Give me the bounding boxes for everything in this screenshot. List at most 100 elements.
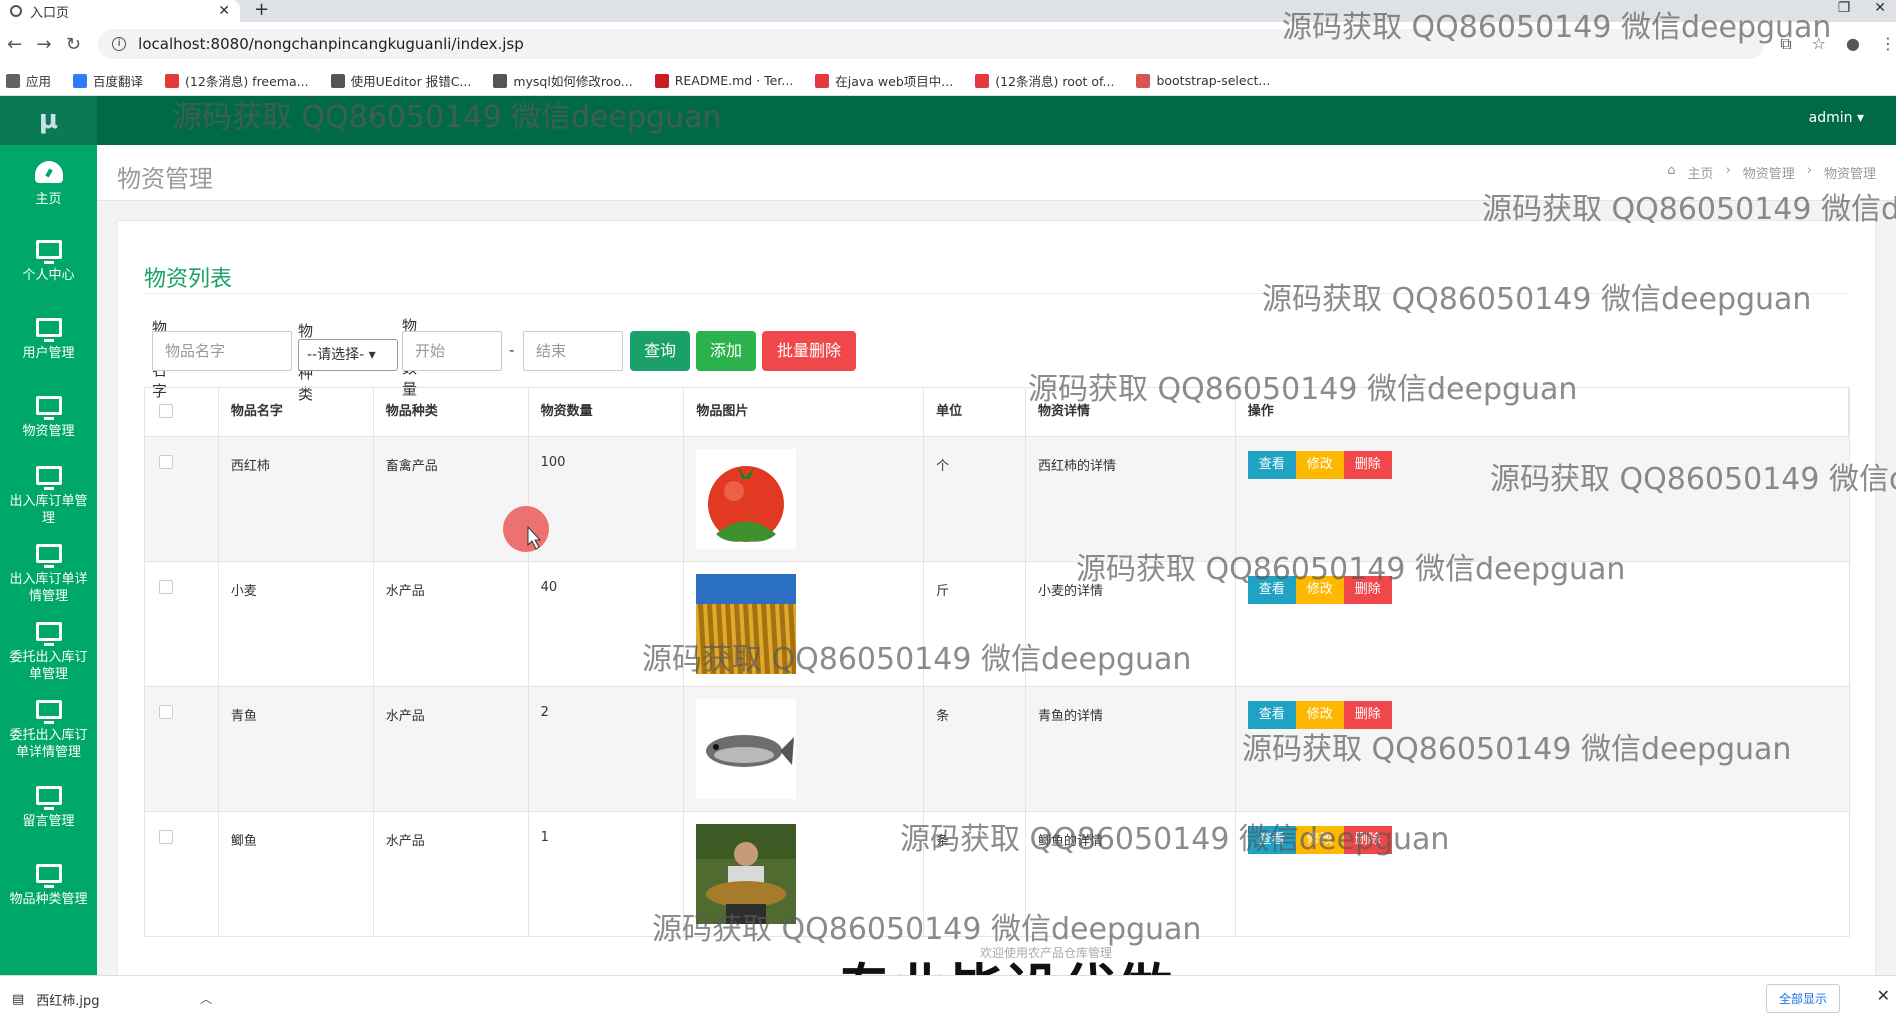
watermark: 源码获取 QQ86050149 微信deepguan xyxy=(642,642,1192,677)
product-image[interactable] xyxy=(696,699,797,799)
checkbox-cell xyxy=(145,812,219,936)
new-tab-button[interactable]: + xyxy=(254,0,269,20)
sidebar-item-label: 留言管理 xyxy=(22,814,75,829)
column-header: 单位 xyxy=(924,388,1027,436)
baidu-translate-icon xyxy=(73,73,88,88)
cell-name: 小麦 xyxy=(219,562,374,686)
sidebar-item-label: 出入库订单详情管理 xyxy=(9,571,88,604)
watermark: 源码获取 QQ86050149 微信deepguan xyxy=(900,822,1450,857)
restore-window-icon[interactable]: ❐ xyxy=(1838,0,1851,16)
cell-image xyxy=(684,687,925,811)
menu-icon[interactable]: ⋮ xyxy=(1880,34,1896,54)
account-icon[interactable]: ● xyxy=(1846,34,1860,54)
cell-type: 水产品 xyxy=(374,812,529,936)
query-button[interactable]: 查询 xyxy=(630,331,690,371)
sidebar: 主页 个人中心 用户管理 物资管理 出入库订单管理出入库订单详情管理 委托出入库订单管理委… xyxy=(0,145,97,975)
sidebar-item[interactable]: 委托出入库订单详情管理 xyxy=(0,691,97,769)
bookmark-label: 百度翻译 xyxy=(93,74,144,89)
list-title: 物资列表 xyxy=(144,267,233,292)
bookmark-item[interactable]: mysql如何修改roo... xyxy=(493,71,633,90)
dashboard-icon xyxy=(34,160,63,183)
sidebar-item[interactable]: 用户管理 xyxy=(0,301,97,379)
sidebar-item[interactable]: 物资管理 xyxy=(0,379,97,457)
bookmark-item[interactable]: 应用 xyxy=(6,71,51,90)
monitor-icon xyxy=(35,465,62,490)
column-header: 物资数量 xyxy=(529,388,685,436)
checkbox-cell xyxy=(145,562,219,686)
type-filter-select[interactable]: --请选择- ▾ xyxy=(298,339,398,371)
cell-image xyxy=(684,437,925,561)
gitee-icon xyxy=(654,73,669,88)
bookmark-item[interactable]: bootstrap-select... xyxy=(1136,73,1270,88)
close-window-icon[interactable]: ✕ xyxy=(1874,0,1886,16)
show-all-button[interactable]: 全部显示 xyxy=(1765,984,1840,1013)
file-icon: ▤ xyxy=(12,992,25,1007)
add-button[interactable]: 添加 xyxy=(696,331,756,371)
sidebar-item-label: 委托出入库订单管理 xyxy=(9,649,88,682)
row-checkbox[interactable] xyxy=(159,580,173,594)
edit-button[interactable]: 修改 xyxy=(1295,451,1344,479)
header-cell xyxy=(145,388,219,436)
back-icon[interactable]: ← xyxy=(0,34,29,55)
watermark: 源码获取 QQ86050149 微信deepguan xyxy=(1028,372,1578,407)
name-filter-input[interactable]: 物品名字 xyxy=(152,331,292,371)
close-tab-icon[interactable]: ✕ xyxy=(218,3,230,19)
user-menu[interactable]: admin ▾ xyxy=(1809,110,1864,126)
breadcrumb-item[interactable]: 主页 xyxy=(1688,163,1714,182)
qty-end-input[interactable]: 结束 xyxy=(523,331,623,371)
csdn-icon xyxy=(165,73,180,88)
sidebar-item[interactable]: 留言管理 xyxy=(0,769,97,847)
reload-icon[interactable]: ↻ xyxy=(59,34,88,55)
sidebar-item[interactable]: 委托出入库订单管理 xyxy=(0,613,97,691)
bookmark-item[interactable]: (12条消息) freema... xyxy=(165,71,309,90)
sidebar-item[interactable]: 出入库订单管理 xyxy=(0,457,97,535)
monitor-icon xyxy=(35,699,62,724)
bookmark-item[interactable]: 百度翻译 xyxy=(73,71,143,90)
sidebar-item[interactable]: 出入库订单详情管理 xyxy=(0,535,97,613)
monitor-icon xyxy=(35,621,62,646)
bookmark-item[interactable]: README.md · Ter... xyxy=(654,73,793,88)
cell-name: 西红柿 xyxy=(219,437,374,561)
breadcrumb-item: 物资管理 xyxy=(1823,167,1876,182)
cell-unit: 个 xyxy=(924,437,1027,561)
close-downloads-icon[interactable]: ✕ xyxy=(1877,986,1890,1005)
browser-tab[interactable]: 入口页 ✕ xyxy=(0,0,240,22)
sidebar-item[interactable]: 主页 xyxy=(0,145,97,223)
range-dash: - xyxy=(509,341,515,359)
product-image[interactable] xyxy=(696,449,797,549)
bookmark-item[interactable]: (12条消息) root of... xyxy=(975,71,1114,90)
content-panel: 物资列表 物品名字 物品名字 物品种类 --请选择- ▾ 物资数量 开始 - 结… xyxy=(117,220,1876,1000)
delete-button[interactable]: 删除 xyxy=(1343,451,1392,479)
cell-type: 水产品 xyxy=(374,687,529,811)
sidebar-item[interactable]: 个人中心 xyxy=(0,223,97,301)
select-all-checkbox[interactable] xyxy=(159,404,173,418)
forward-icon[interactable]: → xyxy=(29,34,58,55)
bookmark-item[interactable]: 在java web项目中... xyxy=(815,71,953,90)
batch-delete-button[interactable]: 批量删除 xyxy=(762,331,856,371)
view-button[interactable]: 查看 xyxy=(1247,451,1296,479)
qty-start-input[interactable]: 开始 xyxy=(402,331,502,371)
chevron-up-icon[interactable]: ︿ xyxy=(200,990,212,1007)
site-info-icon[interactable]: i xyxy=(112,37,127,51)
cell-unit: 条 xyxy=(924,687,1027,811)
row-checkbox[interactable] xyxy=(159,705,173,719)
bookmark-label: (12条消息) root of... xyxy=(995,74,1115,89)
window-controls: ❐ ✕ xyxy=(1838,0,1886,16)
bookmark-icon xyxy=(330,73,345,88)
apps-icon xyxy=(6,73,20,88)
cursor-highlight xyxy=(503,506,549,552)
row-checkbox[interactable] xyxy=(159,830,173,844)
cell-name: 鲫鱼 xyxy=(219,812,374,936)
row-checkbox[interactable] xyxy=(159,455,173,469)
breadcrumb-item[interactable]: 物资管理 xyxy=(1743,163,1795,182)
download-item[interactable]: ▤ 西红柿.jpg xyxy=(12,990,100,1009)
bookmark-icon xyxy=(493,73,508,88)
cell-name: 青鱼 xyxy=(219,687,374,811)
bookmark-item[interactable]: 使用UEditor 报错C... xyxy=(330,71,471,90)
bookmark-label: mysql如何修改roo... xyxy=(513,74,633,89)
monitor-icon xyxy=(35,864,62,888)
checkbox-cell xyxy=(145,437,219,561)
column-header: 物品种类 xyxy=(374,388,529,436)
sidebar-item[interactable]: 物品种类管理 xyxy=(0,847,97,925)
watermark: 源码获取 QQ86050149 微信deepguan xyxy=(1282,10,1832,45)
